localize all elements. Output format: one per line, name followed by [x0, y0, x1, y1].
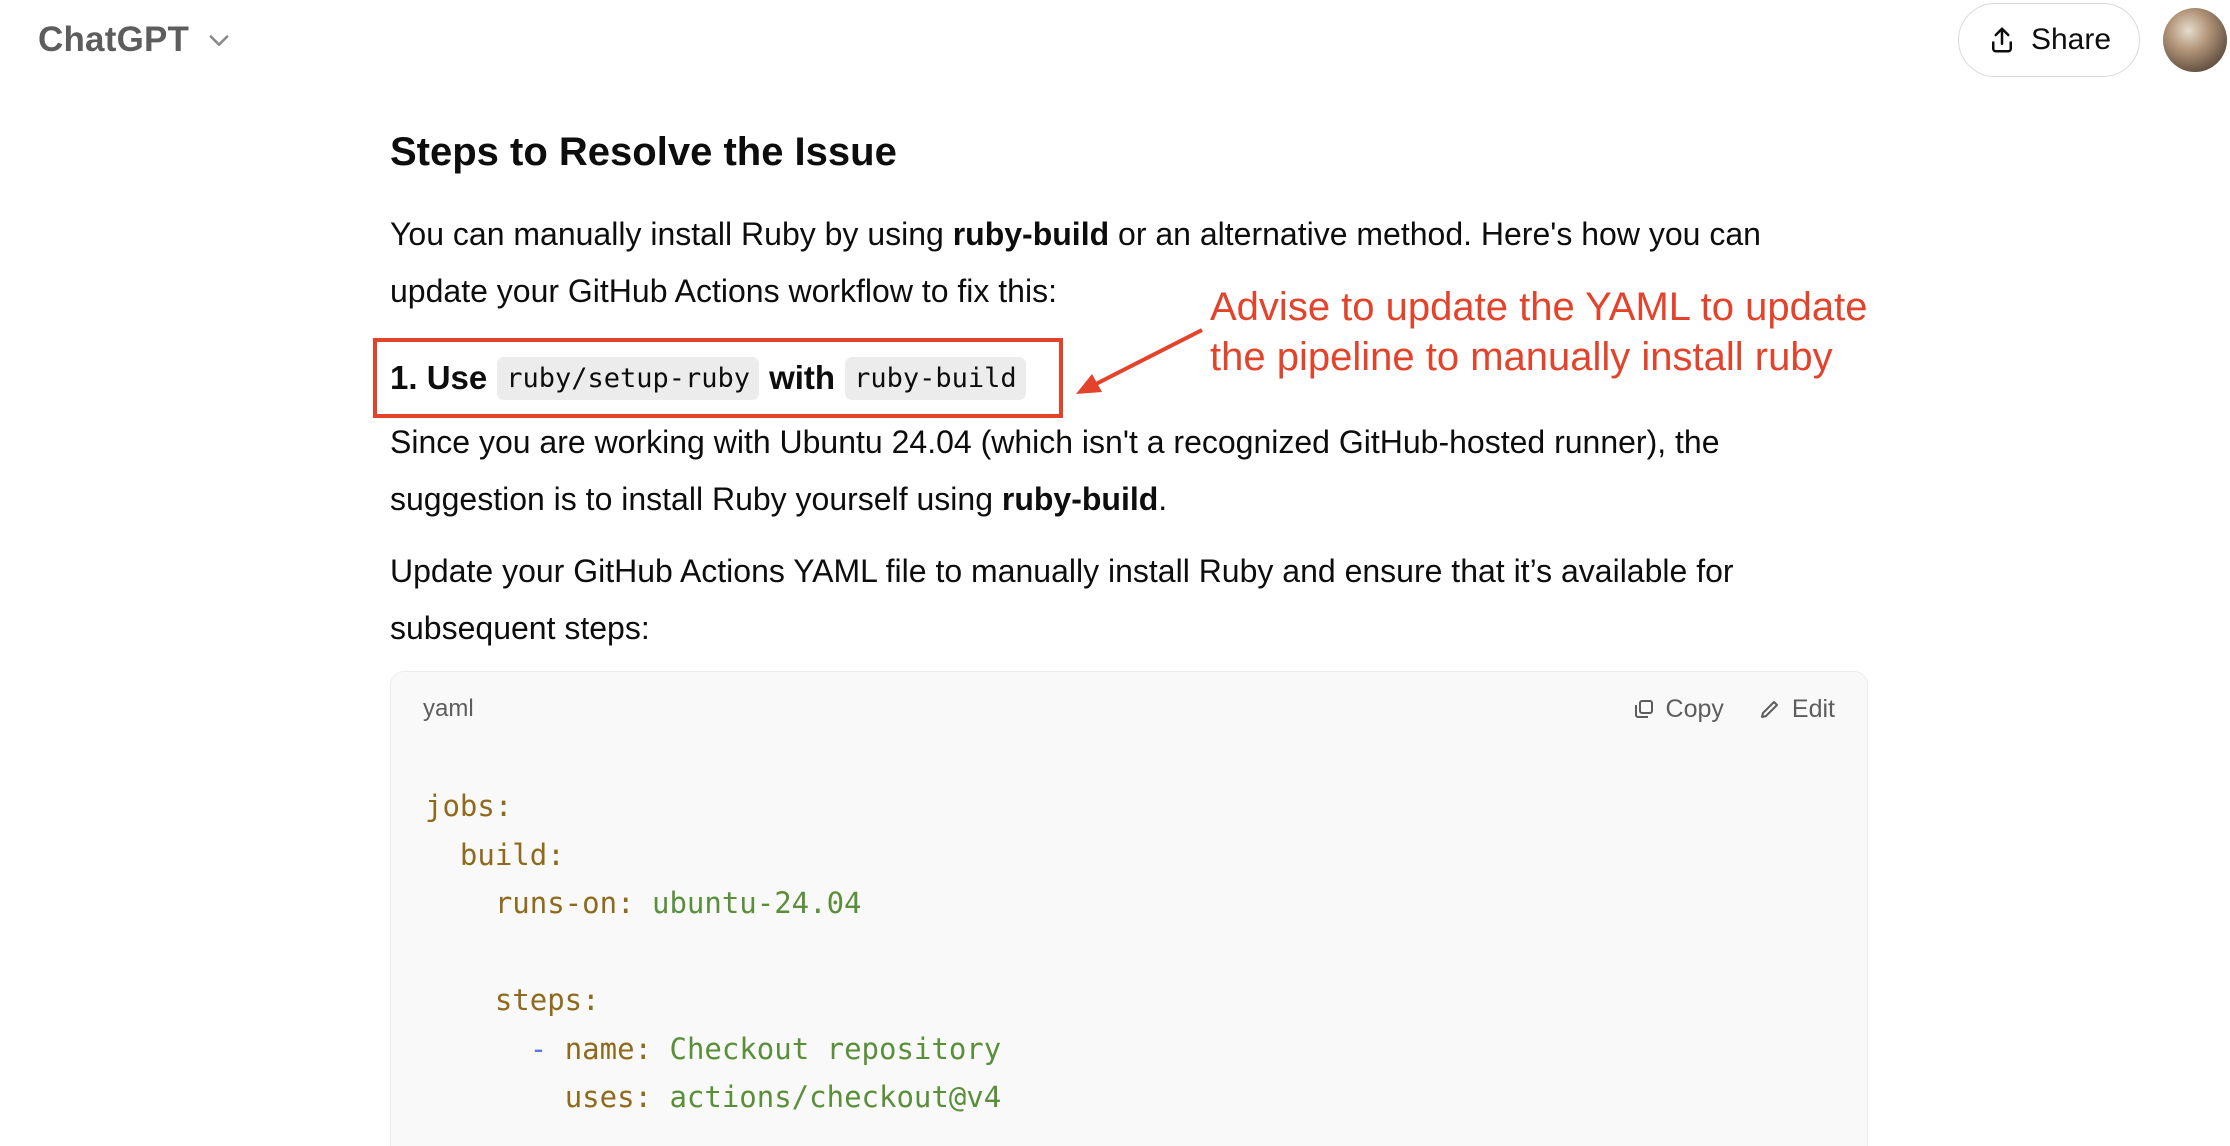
- chevron-down-icon: [205, 26, 233, 54]
- annotation-line-2: the pipeline to manually install ruby: [1210, 335, 1833, 379]
- annotation-line-1: Advise to update the YAML to update: [1210, 285, 1868, 329]
- share-label: Share: [2030, 23, 2112, 56]
- code-content: jobs: build: runs-on: ubuntu-24.04 steps…: [425, 782, 1001, 1122]
- edit-code-button[interactable]: Edit: [1758, 695, 1835, 724]
- user-avatar[interactable]: [2163, 8, 2227, 72]
- edit-label: Edit: [1791, 694, 1835, 723]
- code-block-header: yaml Copy Edit: [391, 672, 1867, 746]
- chat-page: ChatGPT Share Steps to Resolve the Issue…: [0, 0, 2230, 1146]
- explanation-paragraph: Since you are working with Ubuntu 24.04 …: [390, 424, 1720, 517]
- copy-icon: [1634, 700, 1653, 718]
- annotation-note: Advise to update the YAML to update the …: [1210, 282, 1950, 382]
- share-button[interactable]: Share: [1958, 3, 2140, 77]
- step-prefix: 1. Use: [390, 359, 488, 396]
- code-line: steps:: [494, 983, 600, 1017]
- annotation-arrow-icon: [1076, 328, 1203, 394]
- copy-label: Copy: [1665, 694, 1724, 723]
- code-line: jobs:: [425, 789, 513, 823]
- pencil-icon: [1760, 701, 1778, 718]
- step-mid: with: [769, 359, 836, 396]
- code-language-label: yaml: [423, 695, 474, 722]
- copy-code-button[interactable]: Copy: [1632, 695, 1724, 724]
- code-line: runs-on: ubuntu-24.04: [494, 886, 862, 920]
- code-line: build:: [459, 837, 565, 872]
- model-selector[interactable]: ChatGPT: [38, 14, 233, 66]
- code-line: uses: actions/checkout@v4: [564, 1080, 1002, 1114]
- inline-code-ruby-build: ruby-build: [845, 356, 1026, 400]
- code-actions: Copy Edit: [1632, 695, 1835, 724]
- share-icon: [1987, 25, 2017, 55]
- brand-name: ChatGPT: [38, 20, 190, 59]
- code-line: - name: Checkout repository: [529, 1031, 1002, 1066]
- section-heading: Steps to Resolve the Issue: [390, 130, 897, 174]
- code-block: yaml Copy Edit jobs: build: runs-on: ubu…: [390, 671, 1868, 1146]
- inline-code-setup-ruby: ruby/setup-ruby: [497, 356, 760, 400]
- instruction-paragraph: Update your GitHub Actions YAML file to …: [390, 553, 1734, 646]
